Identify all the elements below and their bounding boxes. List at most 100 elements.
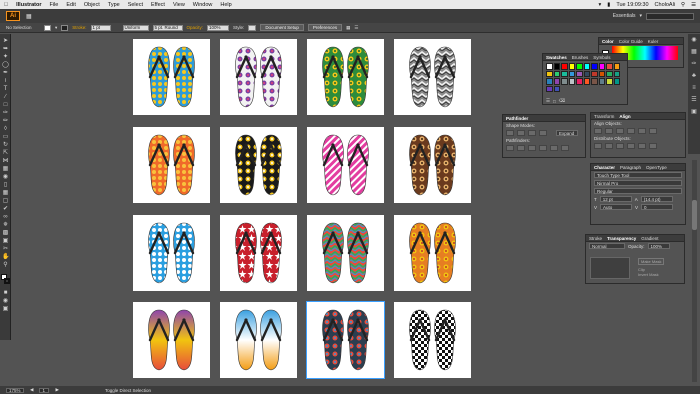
drawing-mode-icon[interactable]: ◉ <box>2 298 9 304</box>
tab-opentype[interactable]: OpenType <box>646 165 667 170</box>
type-tool-icon[interactable]: T <box>2 86 9 92</box>
artboard-tile-10[interactable] <box>220 215 297 291</box>
artboard-tile-5[interactable] <box>133 127 210 203</box>
align-top-icon[interactable] <box>627 128 635 134</box>
swatch[interactable] <box>553 63 560 70</box>
wifi-icon[interactable]: ▾ <box>599 2 602 8</box>
swatch[interactable] <box>568 70 575 77</box>
tab-transform[interactable]: Transform <box>594 114 614 119</box>
tab-pathfinder[interactable]: Pathfinder <box>506 116 528 121</box>
tab-color-guide[interactable]: Color Guide <box>619 39 643 44</box>
swatch[interactable] <box>591 78 598 85</box>
user-name[interactable]: CholoAli <box>655 2 675 8</box>
artboard-tile-1[interactable] <box>133 39 210 115</box>
free-transform-tool-icon[interactable]: ▦ <box>2 166 9 172</box>
touch-type-tool-button[interactable]: Touch Type Tool <box>594 172 682 178</box>
lasso-tool-icon[interactable]: ◯ <box>2 62 9 68</box>
new-swatch-icon[interactable]: □ <box>553 99 556 104</box>
kerning-field[interactable]: Auto <box>600 204 633 210</box>
menu-edit[interactable]: Edit <box>66 2 75 8</box>
magic-wand-tool-icon[interactable]: ✦ <box>2 54 9 60</box>
selection-tool-icon[interactable]: ➤ <box>2 38 9 44</box>
rectangle-tool-icon[interactable]: □ <box>2 102 9 108</box>
stroke-swatch[interactable] <box>61 24 69 31</box>
gradient-tool-icon[interactable]: ▢ <box>2 198 9 204</box>
make-mask-button[interactable]: Make Mask <box>638 258 665 265</box>
menu-select[interactable]: Select <box>128 2 143 8</box>
tab-align[interactable]: Align <box>619 114 630 119</box>
intersect-icon[interactable] <box>528 130 536 136</box>
next-artboard-icon[interactable]: ▶ <box>55 387 58 393</box>
swatch[interactable] <box>561 63 568 70</box>
opacity-field[interactable]: 100% <box>647 243 670 249</box>
shape-builder-tool-icon[interactable]: ◉ <box>2 174 9 180</box>
distribute-vcenter-icon[interactable] <box>605 143 613 149</box>
align-bottom-icon[interactable] <box>649 128 657 134</box>
tab-gradient[interactable]: Gradient <box>641 236 658 241</box>
swatch[interactable] <box>576 78 583 85</box>
artboards-panel-icon[interactable]: ▣ <box>690 109 698 116</box>
brush-definition[interactable]: 5 pt. Round <box>152 24 183 31</box>
eraser-tool-icon[interactable]: ▭ <box>2 134 9 140</box>
align-middle-icon[interactable] <box>638 128 646 134</box>
swatch[interactable] <box>606 63 613 70</box>
swatch[interactable] <box>568 63 575 70</box>
artboard-tile-9[interactable] <box>133 215 210 291</box>
perspective-grid-tool-icon[interactable]: ▯ <box>2 182 9 188</box>
clock[interactable]: Tue 19:09:30 <box>616 2 648 8</box>
swatch[interactable] <box>598 63 605 70</box>
zoom-tool-icon[interactable]: ⚲ <box>2 262 9 268</box>
curvature-tool-icon[interactable]: ≀ <box>2 78 9 84</box>
swatch-libraries-icon[interactable]: ☰ <box>546 98 550 104</box>
tracking-field[interactable]: 0 <box>641 204 674 210</box>
distribute-right-icon[interactable] <box>649 143 657 149</box>
swatch[interactable] <box>613 63 620 70</box>
tab-swatches[interactable]: Swatches <box>546 55 567 60</box>
swatch[interactable] <box>613 70 620 77</box>
tab-paragraph[interactable]: Paragraph <box>620 165 641 170</box>
stroke-panel-icon[interactable]: ≡ <box>690 85 698 92</box>
artboard-tile-4[interactable] <box>394 39 471 115</box>
search-field[interactable] <box>646 12 694 20</box>
blend-tool-icon[interactable]: ∞ <box>2 214 9 220</box>
swatch[interactable] <box>598 78 605 85</box>
swatch[interactable] <box>606 78 613 85</box>
paintbrush-tool-icon[interactable]: ✑ <box>2 110 9 116</box>
align-center-icon[interactable] <box>605 128 613 134</box>
distribute-left-icon[interactable] <box>627 143 635 149</box>
invert-mask-checkbox[interactable]: Invert Mask <box>638 272 664 277</box>
color-mode-icon[interactable]: ■ <box>2 290 9 296</box>
screen-mode-icon[interactable]: ▣ <box>2 306 9 312</box>
width-tool-icon[interactable]: ⋈ <box>2 158 9 164</box>
menu-app-name[interactable]: Illustrator <box>16 2 41 8</box>
scrollbar-thumb[interactable] <box>692 200 697 230</box>
exclude-icon[interactable] <box>539 130 547 136</box>
swatch[interactable] <box>553 70 560 77</box>
artboard-tile-12[interactable] <box>394 215 471 291</box>
align-left-icon[interactable] <box>594 128 602 134</box>
tab-stroke[interactable]: Stroke <box>589 236 602 241</box>
symbol-sprayer-tool-icon[interactable]: ✵ <box>2 222 9 228</box>
artboard-tool-icon[interactable]: ▣ <box>2 238 9 244</box>
font-size-field[interactable]: 12 pt <box>599 196 632 202</box>
pencil-tool-icon[interactable]: ✏ <box>2 118 9 124</box>
tab-kuler[interactable]: Kuler <box>648 39 659 44</box>
tab-character[interactable]: Character <box>594 165 615 170</box>
swatch[interactable] <box>606 70 613 77</box>
chevron-down-icon[interactable]: ▾ <box>55 25 57 31</box>
symbols-panel-icon[interactable]: ♣ <box>690 73 698 80</box>
menu-window[interactable]: Window <box>193 2 213 8</box>
swatch[interactable] <box>576 70 583 77</box>
delete-swatch-icon[interactable]: ⌫ <box>559 98 565 104</box>
rotate-tool-icon[interactable]: ↻ <box>2 142 9 148</box>
tab-color[interactable]: Color <box>602 39 614 44</box>
search-icon[interactable]: ⚲ <box>681 2 685 8</box>
menu-type[interactable]: Type <box>108 2 120 8</box>
artboard-tile-11[interactable] <box>307 215 384 291</box>
swatch[interactable] <box>583 70 590 77</box>
artboard-tile-13[interactable] <box>133 302 210 378</box>
artboard-tile-7[interactable] <box>307 127 384 203</box>
hand-tool-icon[interactable]: ✋ <box>2 254 9 260</box>
artboard-tile-16[interactable] <box>394 302 471 378</box>
brushes-panel-icon[interactable]: ✑ <box>690 61 698 68</box>
